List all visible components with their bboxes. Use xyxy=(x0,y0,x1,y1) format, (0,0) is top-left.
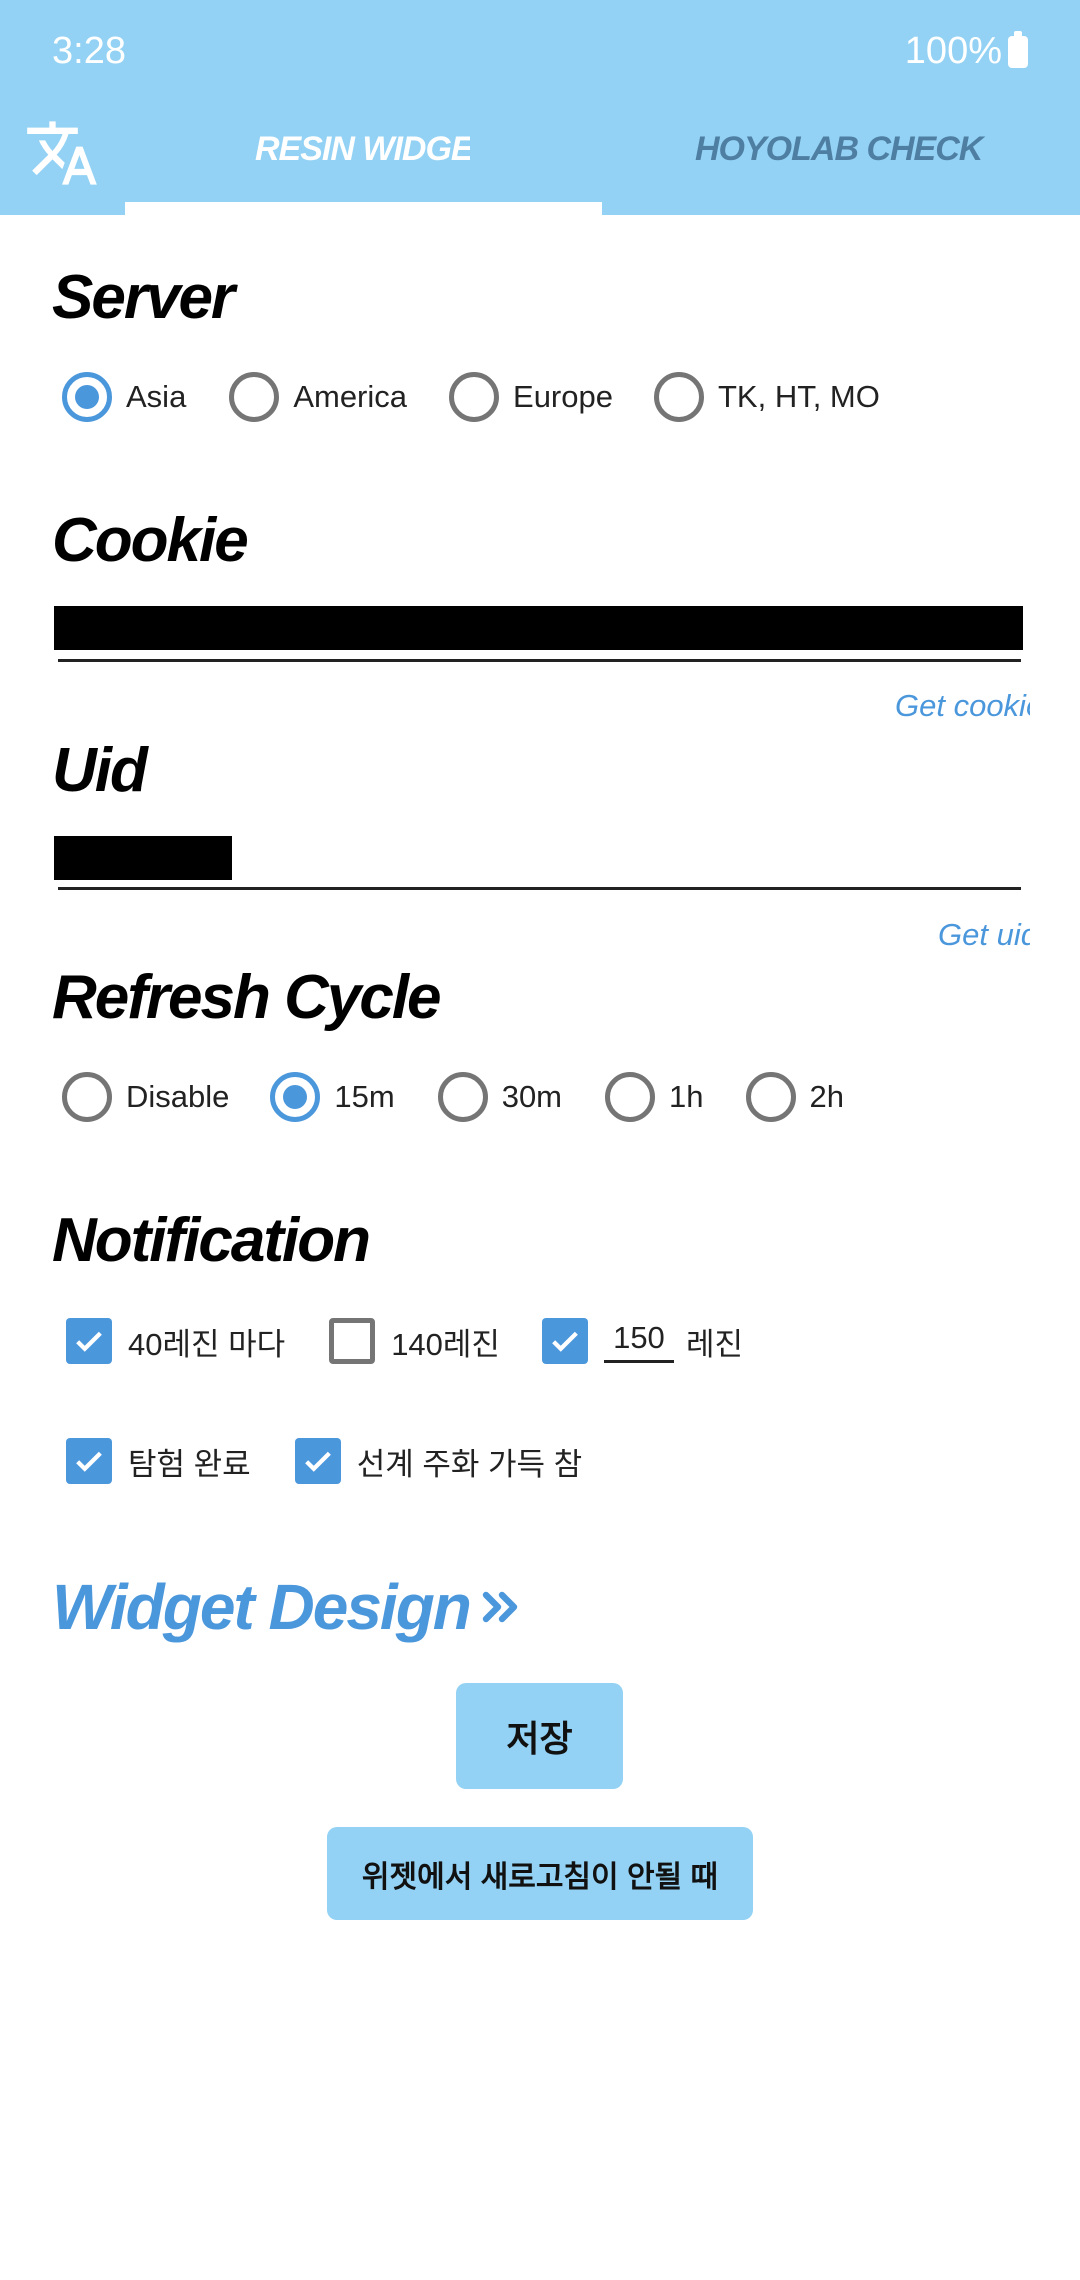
radio-selected-icon[interactable] xyxy=(270,1072,321,1122)
radio-icon[interactable] xyxy=(745,1072,796,1122)
radio-icon[interactable] xyxy=(229,372,280,422)
get-cookie-link[interactable]: Get cookie xyxy=(895,688,1030,724)
refresh-cycle-title: Refresh Cycle xyxy=(52,963,442,1032)
radio-icon[interactable] xyxy=(653,372,704,422)
checkbox-checked-icon[interactable] xyxy=(66,1438,112,1484)
refresh-option-30m[interactable]: 30m xyxy=(437,1072,562,1122)
widget-refresh-help-button[interactable]: 위젯에서 새로고침이 안될 때 xyxy=(327,1827,753,1920)
server-option-tk-ht-mo[interactable]: TK, HT, MO xyxy=(653,372,880,422)
radio-icon[interactable] xyxy=(449,372,500,422)
radio-icon[interactable] xyxy=(62,1072,112,1122)
tab-resin-widget[interactable]: RESIN WIDGET xyxy=(255,130,470,169)
widget-design-label: Widget Design xyxy=(52,1571,472,1643)
notify-every-40-resin[interactable]: 40레진 마다 xyxy=(66,1318,285,1364)
checkbox-icon[interactable] xyxy=(329,1318,376,1364)
refresh-option-disable[interactable]: Disable xyxy=(62,1072,229,1122)
notify-custom-resin[interactable]: 150 레진 xyxy=(541,1318,743,1364)
radio-icon[interactable] xyxy=(605,1072,656,1122)
tab-hoyolab-check-in[interactable]: HOYOLAB CHECK IN xyxy=(695,130,990,169)
status-battery: 100% xyxy=(905,30,1028,73)
save-button[interactable]: 저장 xyxy=(456,1683,623,1789)
battery-icon xyxy=(1008,30,1028,68)
notify-140-resin[interactable]: 140레진 xyxy=(329,1318,500,1364)
uid-input[interactable] xyxy=(54,836,232,880)
refresh-option-2h[interactable]: 2h xyxy=(745,1072,844,1122)
refresh-option-1h[interactable]: 1h xyxy=(605,1072,704,1122)
notification-row-2: 탐험 완료 선계 주화 가득 참 xyxy=(66,1438,582,1484)
battery-percent: 100% xyxy=(904,30,1002,72)
refresh-option-15m[interactable]: 15m xyxy=(270,1072,395,1122)
notification-title: Notification xyxy=(52,1206,371,1275)
custom-resin-input[interactable]: 150 xyxy=(603,1320,674,1363)
status-time: 3:28 xyxy=(52,30,126,72)
notify-realm-currency-full[interactable]: 선계 주화 가득 참 xyxy=(294,1438,582,1484)
checkbox-checked-icon[interactable] xyxy=(66,1318,112,1364)
notify-expedition-complete[interactable]: 탐험 완료 xyxy=(66,1438,251,1484)
server-option-asia[interactable]: Asia xyxy=(62,372,186,422)
app-header: 3:28 100% RESIN WIDGET HOYOLAB CHECK IN xyxy=(0,0,1080,215)
server-title: Server xyxy=(52,263,235,332)
double-chevron-right-icon xyxy=(482,1591,518,1623)
server-option-europe[interactable]: Europe xyxy=(449,372,613,422)
refresh-radio-group: Disable 15m 30m 1h 2h xyxy=(62,1072,844,1122)
cookie-title: Cookie xyxy=(52,506,249,575)
cookie-input[interactable] xyxy=(54,606,1023,650)
uid-title: Uid xyxy=(52,736,148,805)
server-option-america[interactable]: America xyxy=(229,372,407,422)
widget-design-link[interactable]: Widget Design xyxy=(52,1570,526,1644)
cookie-input-underline xyxy=(58,659,1021,662)
translate-icon[interactable] xyxy=(24,115,100,191)
checkbox-checked-icon[interactable] xyxy=(541,1318,588,1364)
radio-icon[interactable] xyxy=(437,1072,488,1122)
server-radio-group: Asia America Europe TK, HT, MO xyxy=(62,372,880,422)
radio-selected-icon[interactable] xyxy=(62,372,112,422)
uid-input-underline xyxy=(58,887,1021,890)
tab-indicator xyxy=(125,202,602,215)
get-uid-link[interactable]: Get uid xyxy=(938,917,1030,953)
notification-row-1: 40레진 마다 140레진 150 레진 xyxy=(66,1318,743,1364)
checkbox-checked-icon[interactable] xyxy=(294,1438,341,1484)
